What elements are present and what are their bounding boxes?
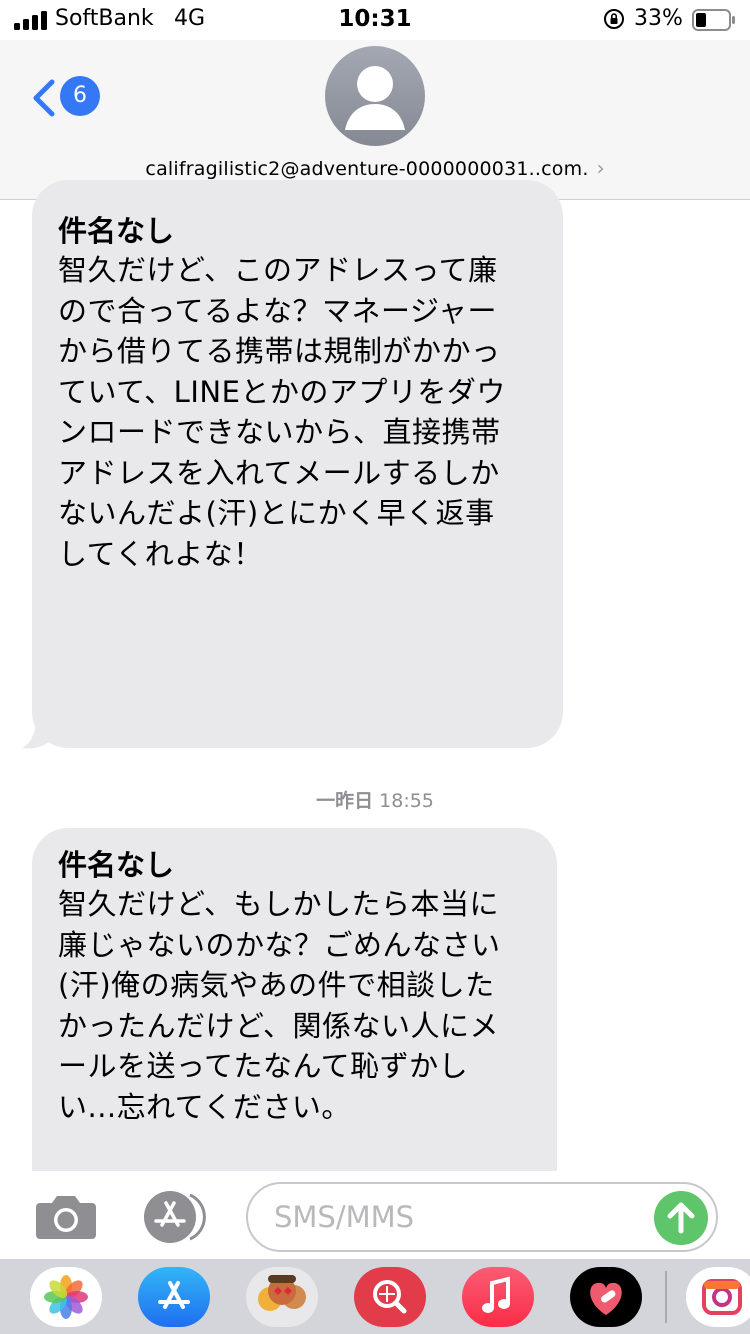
memoji-icon[interactable] bbox=[246, 1267, 318, 1327]
battery-percent: 33% bbox=[634, 6, 683, 31]
status-bar: SoftBank 4G 10:31 33% bbox=[0, 0, 750, 40]
message-subject: 件名なし bbox=[58, 214, 175, 248]
message-line: ンロードできないから、直接携帯 bbox=[58, 415, 501, 449]
heart-sticker-icon[interactable] bbox=[570, 1267, 642, 1327]
message-line: 廉じゃないのかな？ごめんなさい bbox=[58, 927, 501, 962]
message-body: 智久だけど、もしかしたら本当に 廉じゃないのかな？ごめんなさい (汗)俺の病気や… bbox=[58, 884, 531, 1127]
drawer-divider bbox=[665, 1271, 667, 1323]
chevron-right-icon: › bbox=[596, 156, 605, 180]
message-timestamp: 一昨日 18:55 bbox=[0, 786, 750, 813]
message-line: ていて、LINEとかのアプリをダウ bbox=[58, 374, 506, 409]
back-button[interactable]: 6 bbox=[30, 76, 110, 120]
message-line: アドレスを入れてメールするしか bbox=[58, 455, 500, 490]
message-line: してくれよな！ bbox=[58, 536, 263, 571]
unread-count-badge: 6 bbox=[60, 76, 100, 116]
send-arrow-icon bbox=[667, 1202, 695, 1234]
message-line: い...忘れてください。 bbox=[58, 1089, 351, 1124]
music-icon[interactable] bbox=[462, 1267, 534, 1327]
battery-icon bbox=[692, 9, 735, 31]
photos-icon[interactable] bbox=[30, 1267, 102, 1327]
message-line: ールを送ってたなんて恥ずかし bbox=[58, 1049, 469, 1083]
timestamp-day: 一昨日 bbox=[316, 790, 374, 812]
camera-effects-icon[interactable] bbox=[686, 1267, 750, 1327]
app-store-icon[interactable] bbox=[140, 1191, 212, 1243]
message-placeholder: SMS/MMS bbox=[274, 1200, 415, 1234]
camera-icon[interactable] bbox=[34, 1193, 98, 1241]
orientation-lock-icon bbox=[604, 9, 624, 29]
message-bubble[interactable]: 件名なし 智久だけど、もしかしたら本当に 廉じゃないのかな？ごめんなさい (汗)… bbox=[32, 828, 557, 1188]
person-silhouette bbox=[345, 66, 405, 130]
message-line: ないんだよ(汗)とにかく早く返事 bbox=[58, 496, 495, 530]
back-chevron-icon bbox=[33, 79, 55, 117]
message-bubble[interactable]: 件名なし 智久だけど、このアドレスって廉 ので合ってるよな？マネージャー から借… bbox=[32, 180, 563, 748]
web-search-icon[interactable] bbox=[354, 1267, 426, 1327]
message-line: ので合ってるよな？マネージャー bbox=[58, 293, 498, 328]
avatar-icon[interactable] bbox=[325, 46, 425, 146]
message-line: 智久だけど、このアドレスって廉 bbox=[58, 253, 498, 287]
timestamp-time: 18:55 bbox=[379, 790, 434, 812]
message-input[interactable]: SMS/MMS bbox=[246, 1182, 718, 1252]
compose-bar: SMS/MMS bbox=[0, 1171, 750, 1259]
app-drawer bbox=[0, 1259, 750, 1334]
message-line: (汗)俺の病気やあの件で相談した bbox=[58, 968, 495, 1002]
message-line: から借りてる携帯は規制がかかっ bbox=[58, 334, 501, 368]
contact-details-link[interactable]: califragilistic2@adventure-0000000031..c… bbox=[0, 156, 750, 180]
message-subject: 件名なし bbox=[58, 848, 175, 882]
message-body: 智久だけど、このアドレスって廉 ので合ってるよな？マネージャー から借りてる携帯… bbox=[58, 250, 537, 574]
conversation-header: 6 califragilistic2@adventure-0000000031.… bbox=[0, 40, 750, 200]
message-line: 智久だけど、もしかしたら本当に bbox=[58, 887, 500, 921]
message-line: かったんだけど、関係ない人にメ bbox=[58, 1008, 500, 1043]
contact-address: califragilistic2@adventure-0000000031..c… bbox=[145, 158, 589, 180]
app-store-icon[interactable] bbox=[138, 1267, 210, 1327]
send-button[interactable] bbox=[654, 1191, 708, 1245]
